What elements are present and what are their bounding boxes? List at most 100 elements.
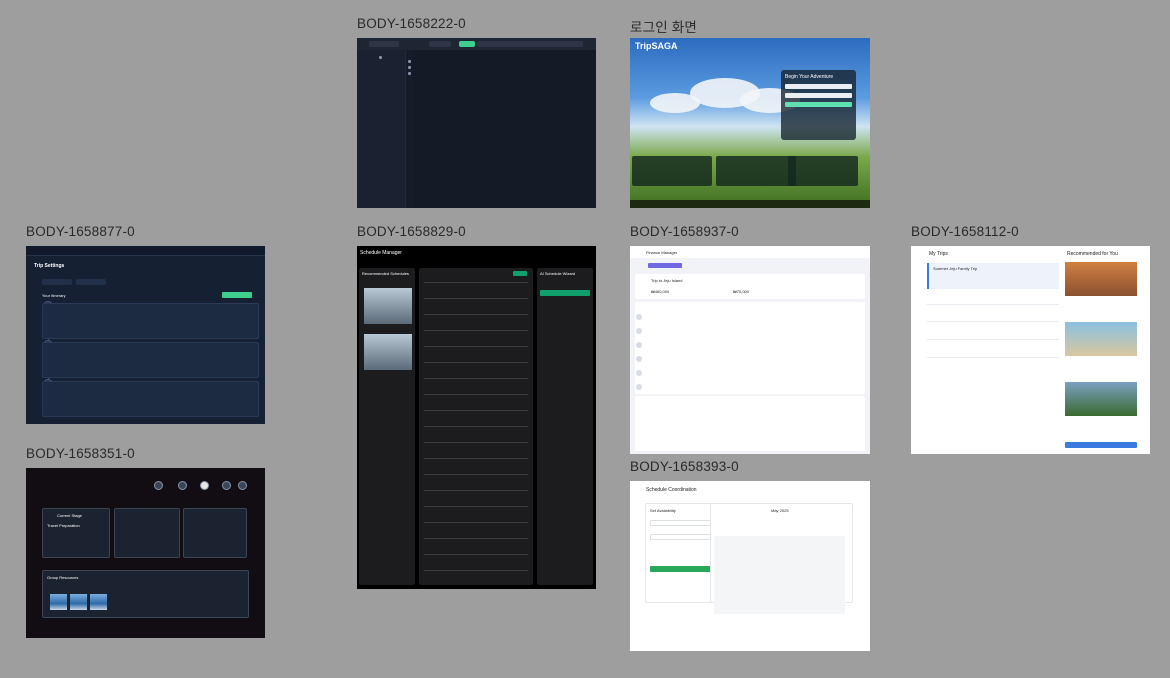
panel-title: Group Resources [47,575,79,580]
tool-icon[interactable] [408,60,411,63]
feature-card [632,156,712,186]
grid-line [424,506,528,507]
page-title: Trip Settings [34,263,65,269]
grid-line [424,298,528,299]
frame-schedule-list[interactable] [357,38,596,208]
avatar [636,370,642,376]
itinerary-card[interactable] [42,303,259,339]
footer [630,200,870,208]
timeline-column [419,268,533,585]
trip-name: Summer Jeju Family Trip [933,266,978,271]
payment-methods-card [635,396,865,451]
divider [927,357,1059,358]
toolbar [357,38,596,50]
grid-line [424,442,528,443]
stage-step[interactable] [222,481,231,490]
avatar [636,328,642,334]
recommended-column: Recommended Schedules [359,268,415,585]
email-field[interactable] [785,84,852,89]
grid-line [424,426,528,427]
destination-image[interactable] [1065,382,1137,416]
search-input[interactable] [477,41,583,47]
grid-line [424,314,528,315]
wizard-button[interactable] [540,290,590,296]
grid-line [424,410,528,411]
grid-line [424,346,528,347]
grid-line [424,554,528,555]
calendar-grid[interactable] [714,536,845,614]
availability-panel: Set Availability [645,503,720,603]
frame-schedule-coordination[interactable]: Schedule Coordination Set Availability M… [630,481,870,651]
shared-photo[interactable] [50,594,67,610]
total-amount: ₩460,000 [651,289,670,294]
stage-name: Travel Preparation [47,523,80,528]
sidebar [357,50,405,208]
column-title: AI Schedule Wizard [540,271,576,276]
shared-photo[interactable] [90,594,107,610]
tab-transportation[interactable] [42,279,72,285]
frame-group-planner[interactable]: Current Stage Travel Preparation Group R… [26,468,265,638]
stage-step[interactable] [154,481,163,490]
frame-label-d: BODY-1658351-0 [26,446,135,461]
tab-accommodation[interactable] [76,279,106,285]
submit-button[interactable] [650,566,717,572]
password-field[interactable] [785,93,852,98]
login-button[interactable] [785,102,852,107]
tool-icon[interactable] [408,66,411,69]
pin-icon [379,56,382,59]
dropdown[interactable] [369,41,399,47]
frame-label-f: BODY-1658937-0 [630,224,739,239]
divider [927,321,1059,322]
trip-summary-card: Trip to Jeju Island ₩460,000 ₩70,000 [635,274,865,299]
grid-line [424,458,528,459]
tool-rail [405,50,413,208]
explore-button[interactable] [1065,442,1137,448]
frame-schedule-manager[interactable]: Schedule Manager Recommended Schedules A… [357,246,596,589]
grid-line [424,330,528,331]
panel-title: Set Availability [650,508,676,513]
tool-icon[interactable] [408,72,411,75]
trip-name: Trip to Jeju Island [651,278,683,283]
schedule-thumbnail[interactable] [364,334,412,370]
stage-step-current[interactable] [200,481,209,490]
page-title: Schedule Manager [360,250,402,256]
calendar: May 2025 [710,503,853,614]
avatar [636,356,642,362]
feature-card [716,156,796,186]
participants-card [635,302,865,394]
schedule-thumbnail[interactable] [364,288,412,324]
column-title: Recommended Schedules [362,271,409,276]
end-date-input[interactable] [650,534,717,540]
stage-step[interactable] [178,481,187,490]
destination-image[interactable] [1065,322,1137,356]
calendar-month: May 2025 [771,508,789,513]
divider [927,304,1059,305]
frame-finance[interactable]: Finance Manager Trip to Jeju Island ₩460… [630,246,870,454]
avatar [636,384,642,390]
header: Finance Manager [630,246,870,258]
frame-login[interactable]: TripSAGA Begin Your Adventure [630,38,870,208]
grid-line [424,490,528,491]
frame-label-h: BODY-1658393-0 [630,459,739,474]
frame-label-c: BODY-1658877-0 [26,224,135,239]
start-date-input[interactable] [650,520,717,526]
frame-trip-settings[interactable]: Trip Settings Your Itinerary [26,246,265,424]
destination-image[interactable] [1065,262,1137,296]
feature-card [788,156,858,186]
grid-line [424,394,528,395]
itinerary-card[interactable] [42,381,259,417]
trip-timeline-panel [183,508,247,558]
trip-card-upcoming[interactable]: Summer Jeju Family Trip [927,263,1059,289]
tab-budget[interactable] [648,263,682,268]
stage-step[interactable] [238,481,247,490]
frame-label-g: BODY-1658112-0 [911,224,1019,239]
page-title: Finance Manager [646,250,678,255]
add-transport-button[interactable] [222,292,252,298]
grid-line [424,570,528,571]
frame-my-trips[interactable]: My Trips Recommended for You Summer Jeju… [911,246,1150,454]
add-button[interactable] [513,271,527,276]
shared-photo[interactable] [70,594,87,610]
itinerary-card[interactable] [42,342,259,378]
add-button[interactable] [459,41,475,47]
dropdown[interactable] [429,41,451,47]
